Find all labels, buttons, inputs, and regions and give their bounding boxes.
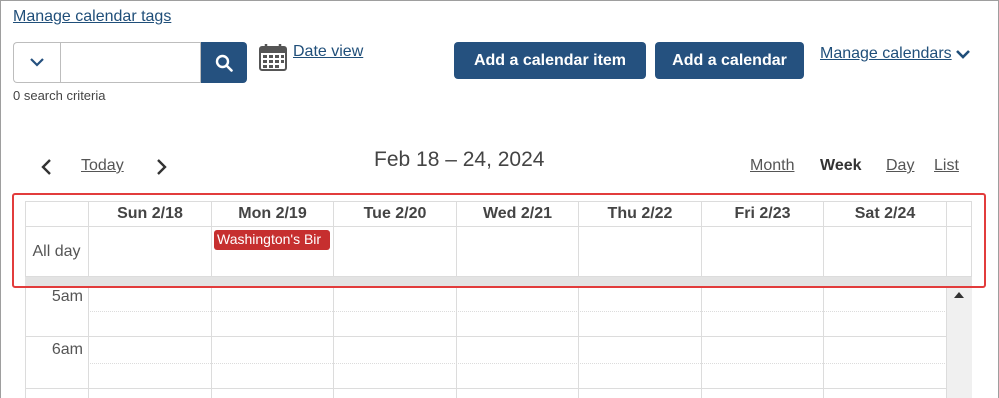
grid-line bbox=[211, 286, 212, 398]
all-day-cell[interactable] bbox=[701, 227, 823, 276]
all-day-cell[interactable] bbox=[456, 227, 578, 276]
day-header-wed[interactable]: Wed 2/21 bbox=[456, 202, 578, 226]
time-grid: 5am 6am bbox=[25, 286, 972, 398]
search-criteria-dropdown[interactable] bbox=[13, 42, 60, 83]
grid-line bbox=[456, 286, 457, 398]
all-day-cell[interactable] bbox=[578, 227, 701, 276]
manage-calendars-menu[interactable]: Manage calendars bbox=[820, 45, 970, 63]
date-view-link[interactable]: Date view bbox=[293, 43, 363, 61]
chevron-left-icon bbox=[41, 159, 51, 175]
day-header-sat[interactable]: Sat 2/24 bbox=[823, 202, 946, 226]
grid-line bbox=[333, 286, 334, 398]
scroll-up-arrow-icon[interactable] bbox=[954, 292, 964, 298]
all-day-cell[interactable] bbox=[88, 227, 211, 276]
calendar-event[interactable]: Washington's Bir bbox=[214, 230, 330, 250]
time-label-6am: 6am bbox=[51, 341, 83, 358]
next-week-button[interactable] bbox=[153, 158, 169, 181]
add-calendar-item-button[interactable]: Add a calendar item bbox=[454, 42, 646, 79]
hour-line bbox=[25, 388, 947, 389]
today-link[interactable]: Today bbox=[81, 157, 124, 175]
hour-line bbox=[25, 336, 947, 337]
add-calendar-button[interactable]: Add a calendar bbox=[655, 42, 804, 79]
all-day-cell[interactable] bbox=[333, 227, 456, 276]
grid-line bbox=[823, 286, 824, 398]
time-label-5am: 5am bbox=[51, 288, 83, 305]
time-grid-scrollbar[interactable] bbox=[947, 286, 972, 398]
date-view-toggle[interactable]: Date view bbox=[259, 43, 363, 71]
view-month-link[interactable]: Month bbox=[750, 157, 794, 175]
grid-line bbox=[578, 286, 579, 398]
all-day-row: All day Washington's Bir bbox=[25, 227, 972, 277]
view-week-link[interactable]: Week bbox=[820, 157, 862, 175]
view-list-link[interactable]: List bbox=[934, 157, 959, 175]
chevron-down-icon bbox=[955, 49, 970, 59]
view-day-link[interactable]: Day bbox=[886, 157, 914, 175]
manage-calendar-tags-link[interactable]: Manage calendar tags bbox=[13, 8, 171, 26]
calendar-icon bbox=[259, 44, 287, 71]
day-header-fri[interactable]: Fri 2/23 bbox=[701, 202, 823, 226]
search-criteria-count: 0 search criteria bbox=[13, 88, 106, 103]
day-header-mon[interactable]: Mon 2/19 bbox=[211, 202, 333, 226]
header-corner-cell bbox=[25, 202, 88, 226]
manage-calendars-link[interactable]: Manage calendars bbox=[820, 45, 952, 63]
grid-line bbox=[88, 286, 89, 398]
search-input[interactable] bbox=[60, 42, 201, 83]
header-scroll-spacer bbox=[946, 202, 972, 226]
day-header-row: Sun 2/18 Mon 2/19 Tue 2/20 Wed 2/21 Thu … bbox=[25, 201, 972, 227]
search-button[interactable] bbox=[201, 42, 247, 83]
search-bar bbox=[13, 42, 247, 83]
all-day-cell[interactable] bbox=[823, 227, 946, 276]
day-header-thu[interactable]: Thu 2/22 bbox=[578, 202, 701, 226]
previous-week-button[interactable] bbox=[39, 158, 55, 181]
half-hour-line bbox=[88, 363, 947, 364]
grid-line bbox=[701, 286, 702, 398]
day-header-tue[interactable]: Tue 2/20 bbox=[333, 202, 456, 226]
all-day-scroll-spacer bbox=[946, 227, 972, 276]
all-day-label-cell bbox=[25, 227, 88, 276]
search-icon bbox=[215, 54, 233, 72]
day-header-sun[interactable]: Sun 2/18 bbox=[88, 202, 211, 226]
all-day-divider bbox=[25, 277, 972, 286]
chevron-right-icon bbox=[157, 159, 167, 175]
chevron-down-icon bbox=[30, 58, 44, 67]
half-hour-line bbox=[88, 311, 947, 312]
date-range-title: Feb 18 – 24, 2024 bbox=[374, 148, 545, 171]
calendar-page: Manage calendar tags 0 search criteria D… bbox=[0, 0, 999, 398]
